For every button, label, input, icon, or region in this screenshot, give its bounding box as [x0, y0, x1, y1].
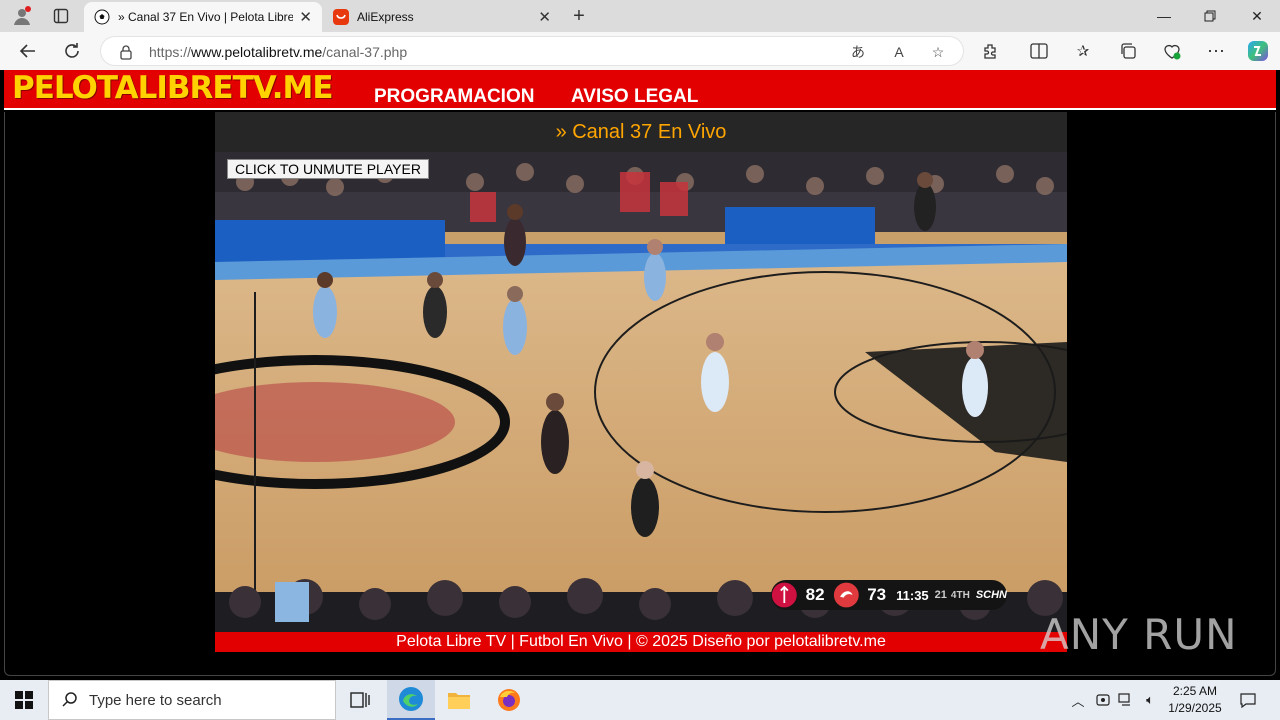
away-score: 73 [867, 585, 887, 604]
start-button[interactable] [0, 680, 48, 720]
rockets-logo-icon [771, 582, 797, 608]
unmute-player-button[interactable]: CLICK TO UNMUTE PLAYER [227, 159, 429, 179]
game-clock: 11:35 [896, 587, 929, 603]
windows-taskbar: Type here to search ︿ 🔈︎ 2:25 AM 1/29/20… [0, 680, 1280, 720]
close-tab-icon[interactable]: ✕ [299, 8, 312, 26]
site-header: PELOTALIBRETV.ME PROGRAMACION AVISO LEGA… [4, 70, 1276, 110]
taskbar-file-explorer[interactable] [435, 680, 483, 720]
scoreboard: 82 73 11:35 21 4TH SCHN [771, 580, 1007, 610]
extensions-icon[interactable] [976, 37, 1006, 65]
minimize-button[interactable]: — [1141, 0, 1187, 32]
edge-icon [399, 687, 423, 711]
settings-menu-icon[interactable]: ⋯ [1201, 37, 1231, 65]
read-aloud-icon[interactable]: A [888, 42, 910, 62]
network-logo: SCHN [975, 589, 1007, 601]
folder-icon [448, 693, 470, 709]
url-text[interactable]: https://www.pelotalibretv.me/canal-37.ph… [149, 44, 407, 60]
hawks-logo-icon [833, 582, 859, 608]
refresh-button[interactable] [57, 37, 87, 65]
volume-icon[interactable]: 🔈︎ [1139, 680, 1161, 720]
copilot-icon[interactable] [1243, 37, 1273, 65]
lock-icon[interactable] [119, 44, 133, 60]
menu-item-programacion[interactable]: PROGRAMACION [374, 86, 534, 108]
favorites-icon[interactable]: ✰ [1068, 37, 1098, 65]
browser-tab-bar: » Canal 37 En Vivo | Pelota Libre TV ✕ A… [0, 0, 1280, 32]
shot-clock: 21 [934, 589, 947, 601]
firefox-icon [498, 689, 520, 711]
tab-aliexpress[interactable]: AliExpress ✕ [323, 2, 561, 32]
browser-essentials-icon[interactable] [1157, 37, 1187, 65]
search-icon [62, 692, 77, 707]
taskbar-edge[interactable] [387, 680, 435, 720]
tab-canal-37[interactable]: » Canal 37 En Vivo | Pelota Libre TV ✕ [84, 2, 322, 32]
collections-icon[interactable] [1113, 37, 1143, 65]
tab-title: AliExpress [357, 10, 414, 24]
browser-nav-bar: https://www.pelotalibretv.me/canal-37.ph… [0, 32, 1280, 70]
soccer-ball-icon [94, 9, 110, 25]
windows-logo-icon [15, 691, 33, 709]
task-view-icon [350, 692, 370, 708]
tray-overflow-icon[interactable]: ︿ [1068, 680, 1088, 720]
translate-icon[interactable]: あ [847, 42, 869, 62]
video-player[interactable]: CLICK TO UNMUTE PLAYER 82 73 11:35 21 4T… [215, 152, 1067, 632]
channel-title: » Canal 37 En Vivo [215, 112, 1067, 152]
clock-time: 2:25 AM [1172, 684, 1218, 698]
taskbar-firefox[interactable] [485, 680, 533, 720]
system-clock[interactable]: 2:25 AM 1/29/2025 [1160, 683, 1230, 717]
period: 4TH [950, 589, 970, 601]
site-logo[interactable]: PELOTALIBRETV.ME [12, 70, 334, 106]
close-tab-icon[interactable]: ✕ [538, 8, 551, 26]
menu-item-aviso-legal[interactable]: AVISO LEGAL [571, 86, 698, 108]
search-placeholder: Type here to search [89, 691, 222, 709]
clock-date: 1/29/2025 [1168, 701, 1222, 715]
taskbar-search[interactable]: Type here to search [48, 680, 336, 720]
close-window-button[interactable]: ✕ [1234, 0, 1280, 32]
split-screen-icon[interactable] [1024, 37, 1054, 65]
favorite-star-icon[interactable]: ☆ [927, 42, 949, 62]
web-page: PELOTALIBRETV.ME PROGRAMACION AVISO LEGA… [0, 70, 1280, 680]
address-bar[interactable]: https://www.pelotalibretv.me/canal-37.ph… [100, 36, 964, 66]
tab-title: » Canal 37 En Vivo | Pelota Libre TV [118, 10, 294, 24]
content-area: » Canal 37 En Vivo CLICK TO UNMUTE PLAYE… [4, 112, 1276, 676]
tab-actions-icon[interactable] [48, 4, 74, 28]
anyrun-watermark: ANY RUN [1040, 610, 1238, 659]
profile-icon[interactable] [9, 4, 35, 28]
new-tab-button[interactable]: + [568, 4, 590, 28]
task-view-button[interactable] [336, 680, 384, 720]
aliexpress-icon [333, 9, 349, 25]
meet-now-icon[interactable] [1093, 680, 1113, 720]
back-button[interactable] [13, 37, 43, 65]
video-frame [215, 152, 1067, 632]
home-score: 82 [805, 585, 825, 604]
site-footer: Pelota Libre TV | Futbol En Vivo | © 202… [215, 632, 1067, 652]
network-icon[interactable] [1116, 680, 1136, 720]
restore-button[interactable] [1187, 0, 1233, 32]
notifications-icon[interactable] [1236, 680, 1260, 720]
